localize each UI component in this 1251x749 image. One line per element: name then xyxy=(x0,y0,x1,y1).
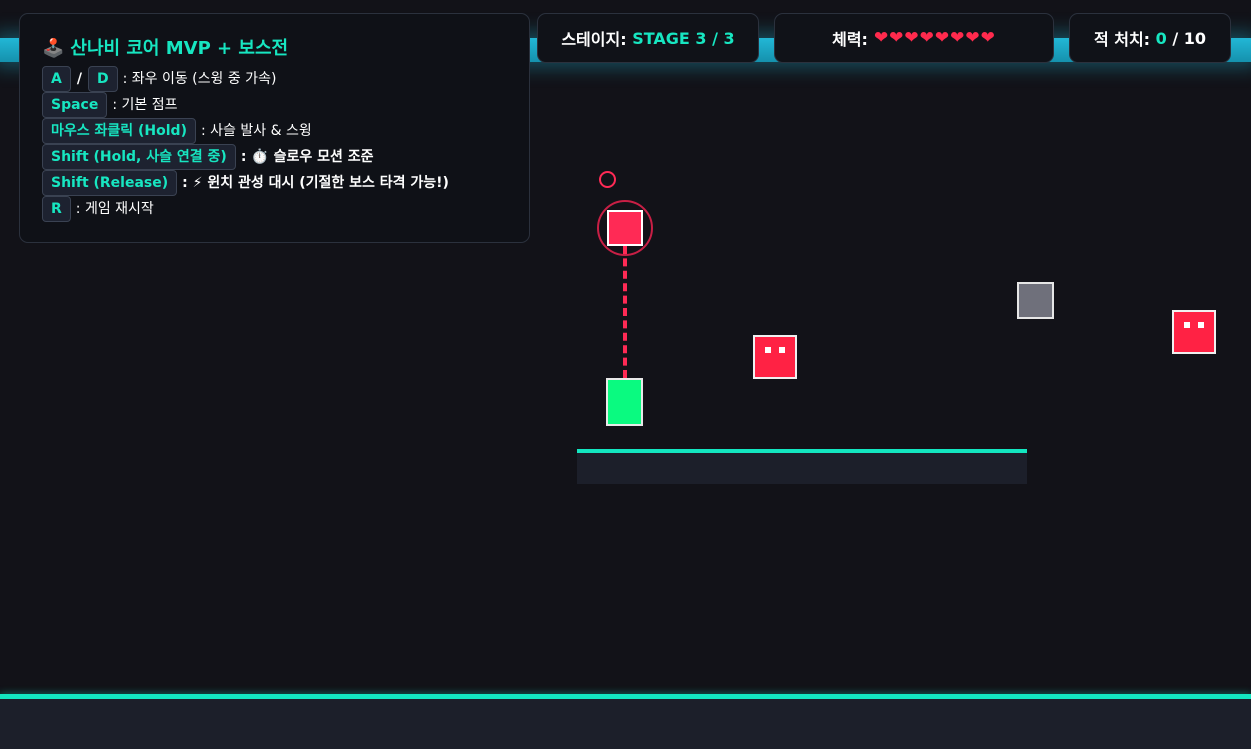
game-canvas[interactable]: 스테이지: STAGE 3 / 3 체력: ❤❤❤❤❤❤❤❤ 적 처치: 0 /… xyxy=(0,0,1251,749)
grapple-anchor xyxy=(607,210,643,246)
key-shift-release: Shift (Release) xyxy=(42,170,178,196)
help-desc-chain: : 사슬 발사 & 스윙 xyxy=(200,123,312,139)
help-desc-restart: : 게임 재시작 xyxy=(75,201,154,217)
help-row-slowmo: Shift (Hold, 사슬 연결 중) : ⏱️ 슬로우 모션 조준 xyxy=(42,144,507,170)
key-r: R xyxy=(42,196,71,222)
enemy xyxy=(753,335,797,379)
grapple-chain xyxy=(623,246,627,378)
help-title-text: 산나비 코어 MVP + 보스전 xyxy=(70,38,289,59)
help-row-jump: Space : 기본 점프 xyxy=(42,92,507,118)
stage-panel: 스테이지: STAGE 3 / 3 xyxy=(537,13,759,63)
help-title: 🕹️ 산나비 코어 MVP + 보스전 xyxy=(42,34,507,60)
key-space: Space xyxy=(42,92,108,118)
stage-label: 스테이지: xyxy=(561,30,627,49)
help-row-move: A / D : 좌우 이동 (스윙 중 가속) xyxy=(42,66,507,92)
ground xyxy=(0,699,1251,749)
key-mouse-left: 마우스 좌클릭 (Hold) xyxy=(42,118,196,144)
help-desc-jump: : 기본 점프 xyxy=(112,97,178,113)
help-row-chain: 마우스 좌클릭 (Hold) : 사슬 발사 & 스윙 xyxy=(42,118,507,144)
health-panel: 체력: ❤❤❤❤❤❤❤❤ xyxy=(774,13,1054,63)
health-label: 체력: xyxy=(832,30,868,49)
help-desc-move: : 좌우 이동 (스윙 중 가속) xyxy=(122,71,277,87)
floating-platform xyxy=(577,453,1027,484)
help-desc-slowmo: : ⏱️ 슬로우 모션 조준 xyxy=(240,149,374,165)
help-row-restart: R : 게임 재시작 xyxy=(42,196,507,222)
kills-label: 적 처치: xyxy=(1093,30,1151,49)
heart-icons: ❤❤❤❤❤❤❤❤ xyxy=(873,28,996,48)
enemy-eye xyxy=(779,347,785,353)
player-character xyxy=(606,378,643,426)
key-a: A xyxy=(42,66,71,92)
grapple-point-block xyxy=(1017,282,1054,319)
joystick-icon: 🕹️ xyxy=(42,38,65,59)
enemy-eye xyxy=(1198,322,1204,328)
key-d: D xyxy=(87,66,118,92)
enemy xyxy=(1172,310,1216,354)
help-desc-dash: : ⚡ 윈치 관성 대시 (기절한 보스 타격 가능!) xyxy=(182,175,449,191)
kills-total: / 10 xyxy=(1172,28,1207,48)
enemy-eye xyxy=(765,347,771,353)
controls-help-panel: 🕹️ 산나비 코어 MVP + 보스전 A / D : 좌우 이동 (스윙 중 가… xyxy=(19,13,530,243)
kills-panel: 적 처치: 0 / 10 xyxy=(1069,13,1231,63)
help-row-dash: Shift (Release) : ⚡ 윈치 관성 대시 (기절한 보스 타격 … xyxy=(42,170,507,196)
stage-value: STAGE 3 / 3 xyxy=(632,28,735,48)
key-separator: / xyxy=(76,71,82,87)
kills-current: 0 xyxy=(1155,28,1167,48)
key-shift-hold: Shift (Hold, 사슬 연결 중) xyxy=(42,144,236,170)
aim-reticle xyxy=(599,171,616,188)
enemy-eye xyxy=(1184,322,1190,328)
